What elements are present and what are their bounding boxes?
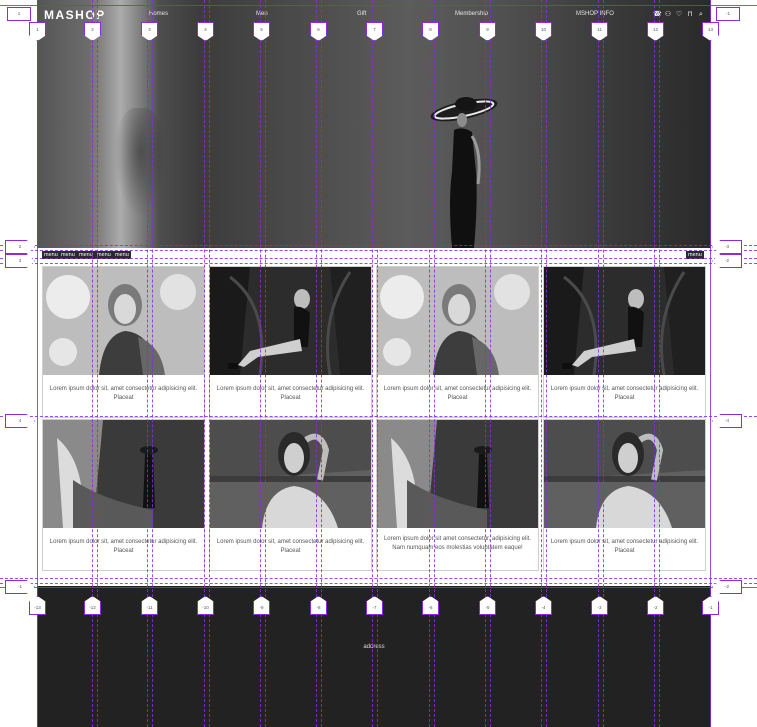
product-card[interactable]: Lorem ipsum dolor sit, amet consectetur … [209, 419, 372, 571]
top-navigation: MASHOP Homes Men Gift Membership MSHOP I… [37, 4, 711, 28]
guide-row-marker: 3 [5, 254, 35, 268]
product-image [210, 267, 371, 375]
product-image [43, 267, 204, 375]
guide-row-marker: -2 [712, 254, 742, 268]
category-menu-bar: menu menu menu menu menu menu [37, 248, 711, 262]
guide-row-marker: -4 [712, 414, 742, 428]
product-caption: Lorem ipsum dolor sit, amet consectetur … [49, 386, 198, 401]
site-footer: address [37, 586, 711, 727]
product-image [377, 267, 538, 375]
nav-link-mshop-info[interactable]: MSHOP INFO [576, 11, 614, 17]
product-card[interactable]: Lorem ipsum dolor sit, amet consectetur … [42, 419, 205, 571]
header-icon-group: ☎ ⚇ ♡ ⊓ ⌕ [653, 11, 705, 19]
nav-link-men[interactable]: Men [256, 11, 268, 17]
product-image [43, 420, 204, 528]
category-menu-item[interactable]: menu [95, 251, 113, 259]
category-menu-item[interactable]: menu [42, 251, 60, 259]
guide-corner-tab: 1 [7, 7, 31, 21]
footer-address: address [363, 644, 385, 650]
phone-icon[interactable]: ☎ [653, 11, 662, 19]
nav-link-membership[interactable]: Membership [455, 11, 488, 17]
product-image [210, 420, 371, 528]
heart-icon[interactable]: ♡ [675, 11, 683, 19]
guide-row-marker: -1 [5, 580, 35, 594]
product-grid: Lorem ipsum dolor sit, amet consectetur … [37, 262, 711, 580]
category-menu-item[interactable]: menu [77, 251, 95, 259]
guide-row-marker: 4 [5, 414, 35, 428]
hero-woman-figure [430, 97, 498, 248]
product-card[interactable]: Lorem ipsum dolor sit, amet consectetur … [543, 419, 706, 571]
site-page: MASHOP Homes Men Gift Membership MSHOP I… [37, 0, 711, 727]
product-card[interactable]: Lorem ipsum dolor sit, amet consectetur … [209, 266, 372, 418]
guide-corner-tab: -1 [716, 7, 740, 21]
guide-row-marker: 2 [5, 240, 35, 254]
guide-row-marker: -3 [712, 240, 742, 254]
product-card[interactable]: Lorem ipsum dolor sit amet consectetur, … [376, 419, 539, 571]
nav-link-homes[interactable]: Homes [149, 11, 168, 17]
guide-row-marker: -2 [712, 580, 742, 594]
product-caption: Lorem ipsum dolor sit, amet consectetur … [49, 539, 198, 554]
user-icon[interactable]: ⚇ [664, 11, 672, 19]
category-menu-item-right[interactable]: menu [686, 251, 704, 259]
bag-icon[interactable]: ⊓ [686, 11, 694, 19]
hero-banner: MASHOP Homes Men Gift Membership MSHOP I… [37, 0, 711, 248]
product-caption: Lorem ipsum dolor sit, amet consectetur … [550, 539, 699, 554]
product-caption: Lorem ipsum dolor sit amet consectetur, … [383, 536, 532, 551]
product-caption: Lorem ipsum dolor sit, amet consectetur … [383, 386, 532, 401]
site-logo[interactable]: MASHOP [44, 8, 106, 22]
search-icon[interactable]: ⌕ [697, 11, 705, 19]
product-image [544, 420, 705, 528]
product-card[interactable]: Lorem ipsum dolor sit, amet consectetur … [376, 266, 539, 418]
product-card[interactable]: Lorem ipsum dolor sit, amet consectetur … [42, 266, 205, 418]
hero-shadow-silhouette [115, 108, 165, 218]
product-card[interactable]: Lorem ipsum dolor sit, amet consectetur … [543, 266, 706, 418]
nav-link-gift[interactable]: Gift [357, 11, 366, 17]
product-image [544, 267, 705, 375]
category-menu-item[interactable]: menu [59, 251, 77, 259]
product-image [377, 420, 538, 528]
category-menu-item[interactable]: menu [113, 251, 131, 259]
product-caption: Lorem ipsum dolor sit, amet consectetur … [550, 386, 699, 401]
product-caption: Lorem ipsum dolor sit, amet consectetur … [216, 386, 365, 401]
product-caption: Lorem ipsum dolor sit, amet consectetur … [216, 539, 365, 554]
